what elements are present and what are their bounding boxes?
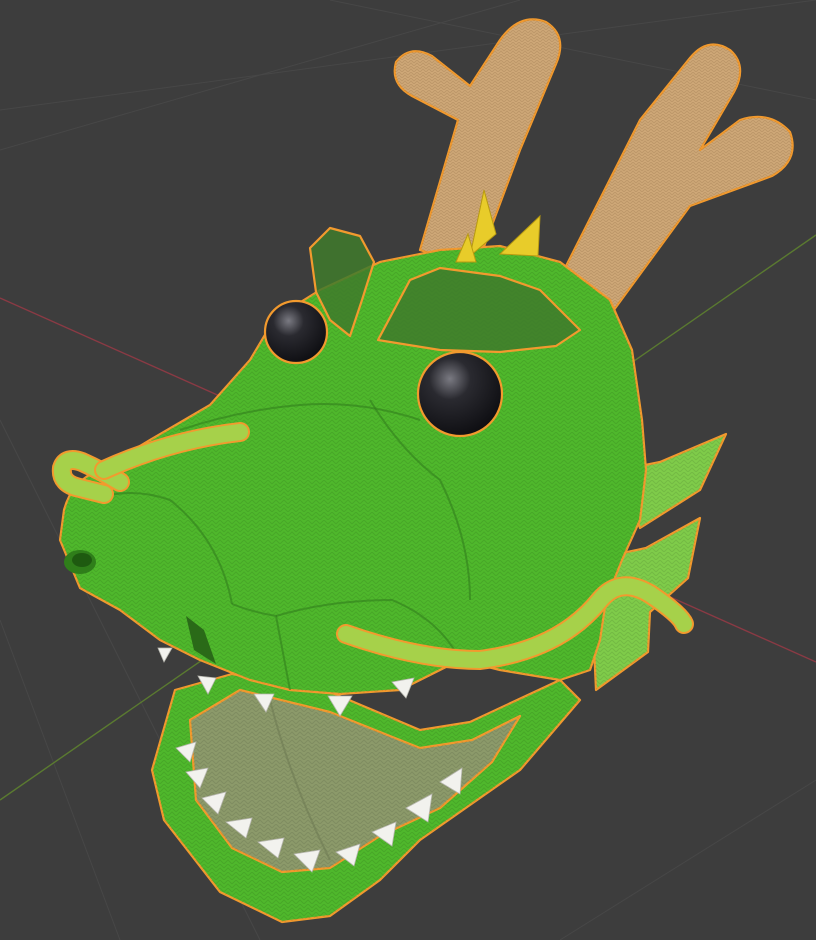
grid-line: [559, 779, 816, 940]
dragon-head-object[interactable]: [51, 18, 794, 924]
viewport-canvas[interactable]: [0, 0, 816, 940]
eye-left[interactable]: [263, 299, 329, 365]
eye-right[interactable]: [416, 350, 504, 438]
3d-viewport[interactable]: [0, 0, 816, 940]
antler-right[interactable]: [558, 43, 794, 320]
nostril: [64, 550, 96, 574]
grid-line: [0, 619, 121, 940]
